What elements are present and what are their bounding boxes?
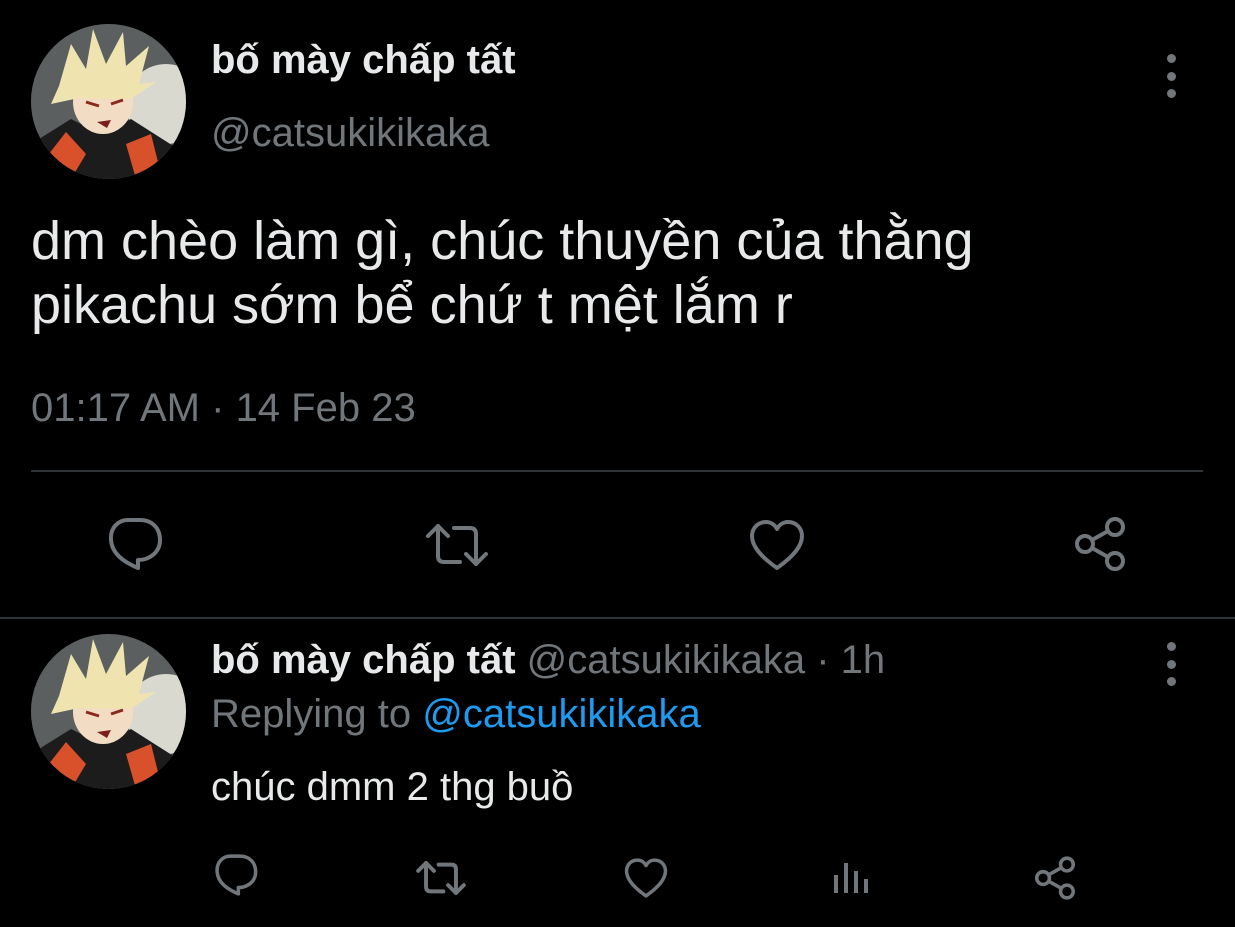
more-dot [1166,89,1176,98]
replying-to-prefix: Replying to [211,692,423,736]
reply-age[interactable]: 1h [841,638,886,682]
main-tweet-text-line2: pikachu sớm bể chứ t mệt lắm r [31,275,793,335]
main-author-avatar[interactable] [31,24,186,179]
main-more-button[interactable] [1161,54,1181,98]
retweet-icon [416,861,466,895]
main-reply-button[interactable] [104,515,166,573]
avatar-image [31,634,186,789]
main-tweet-timestamp[interactable]: 01:17 AM · 14 Feb 23 [31,386,416,431]
reply-author-handle[interactable]: @catsukikikaka [527,638,805,682]
analytics-icon [834,863,868,893]
reply-author-avatar[interactable] [31,634,186,789]
avatar-image [31,24,186,179]
reply-analytics-button[interactable] [828,856,872,898]
retweet-icon [426,524,488,566]
more-vertical-icon [1166,54,1176,63]
main-tweet-text: dm chèo làm gì, chúc thuyền của thằng pi… [31,209,1211,337]
timestamp-separator: · [200,386,236,430]
reply-tweet-text: chúc dmm 2 thg buồ [211,765,574,809]
reply-like-button[interactable] [622,855,670,901]
reply-dot-separator: · [805,638,841,682]
main-share-button[interactable] [1070,514,1130,574]
reply-retweet-button[interactable] [414,857,468,899]
share-icon [1075,517,1125,571]
main-author-name[interactable]: bố mày chấp tất [211,38,516,83]
reply-icon [215,854,258,896]
tweet-detail-page: bố mày chấp tất @catsukikikaka dm chèo l… [0,0,1235,927]
like-icon [624,858,668,898]
replying-to-mention[interactable]: @catsukikikaka [422,692,700,736]
main-like-button[interactable] [747,517,807,573]
main-author-handle[interactable]: @catsukikikaka [211,111,489,156]
thread-divider [0,617,1235,619]
tweet-date: 14 Feb 23 [235,386,416,430]
share-icon [1034,856,1076,900]
more-vertical-icon [1166,642,1176,651]
more-dot [1166,677,1176,686]
main-divider [31,470,1203,472]
main-retweet-button[interactable] [424,519,490,571]
reply-share-button[interactable] [1031,854,1079,902]
more-dot [1166,71,1176,81]
reply-more-button[interactable] [1161,642,1181,686]
reply-author-name[interactable]: bố mày chấp tất [211,638,516,682]
reply-reply-button[interactable] [212,852,260,898]
reply-icon [108,518,162,570]
replying-to-line: Replying to @catsukikikaka [211,692,701,737]
more-dot [1166,659,1176,669]
reply-header: bố mày chấp tất @catsukikikaka · 1h [211,638,885,683]
tweet-time: 01:17 AM [31,386,201,430]
like-icon [750,520,804,570]
main-tweet-text-line1: dm chèo làm gì, chúc thuyền của thằng [31,211,974,271]
